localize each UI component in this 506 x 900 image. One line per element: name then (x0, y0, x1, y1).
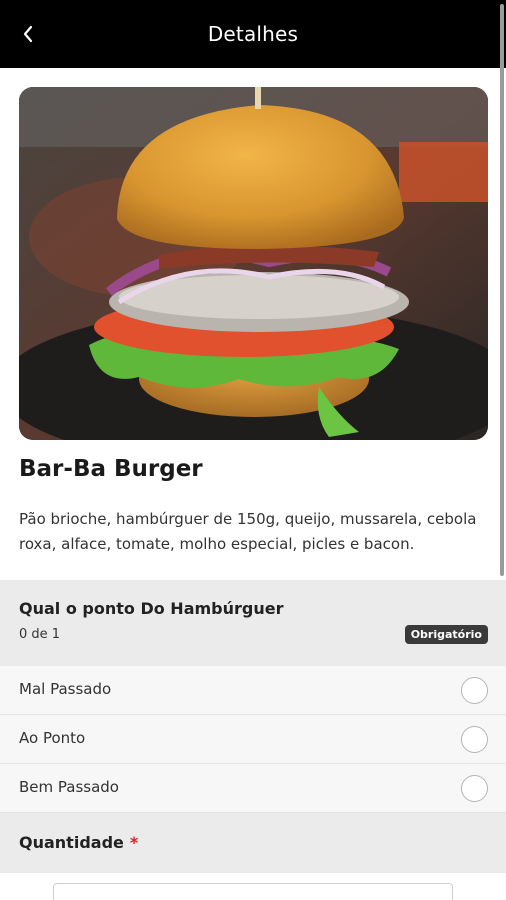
option-label: Bem Passado (19, 778, 119, 796)
product-details-screen: Detalhes Bar-Ba Burger Pão brioche, hamb… (0, 0, 506, 900)
option-ao-ponto[interactable]: Ao Ponto (0, 715, 506, 764)
radio-button[interactable] (461, 775, 488, 802)
plus-icon[interactable] (466, 886, 486, 900)
option-label: Mal Passado (19, 680, 112, 698)
required-badge: Obrigatório (404, 625, 488, 644)
option-group-header: Qual o ponto Do Hambúrguer 0 de 1 Obriga… (0, 580, 506, 666)
option-group-title: Qual o ponto Do Hambúrguer (19, 599, 284, 618)
product-description: Pão brioche, hambúrguer de 150g, queijo,… (19, 510, 477, 553)
option-mal-passado[interactable]: Mal Passado (0, 666, 506, 715)
quantity-field[interactable] (53, 883, 453, 900)
top-app-bar: Detalhes (0, 0, 506, 68)
radio-button[interactable] (461, 726, 488, 753)
radio-button[interactable] (461, 677, 488, 704)
option-bem-passado[interactable]: Bem Passado (0, 764, 506, 813)
page-title: Detalhes (207, 22, 299, 46)
quantity-header: Quantidade * (0, 813, 506, 873)
option-label: Ao Ponto (19, 729, 86, 747)
back-button[interactable] (8, 14, 48, 54)
quantity-title: Quantidade * (19, 833, 138, 852)
scrollbar[interactable] (500, 4, 504, 576)
required-marker: * (129, 833, 139, 852)
quantity-label: Quantidade (19, 833, 124, 852)
option-group-count: 0 de 1 (19, 627, 61, 642)
product-photo (19, 87, 488, 440)
chevron-left-icon (23, 25, 33, 43)
product-name: Bar-Ba Burger (19, 456, 203, 482)
